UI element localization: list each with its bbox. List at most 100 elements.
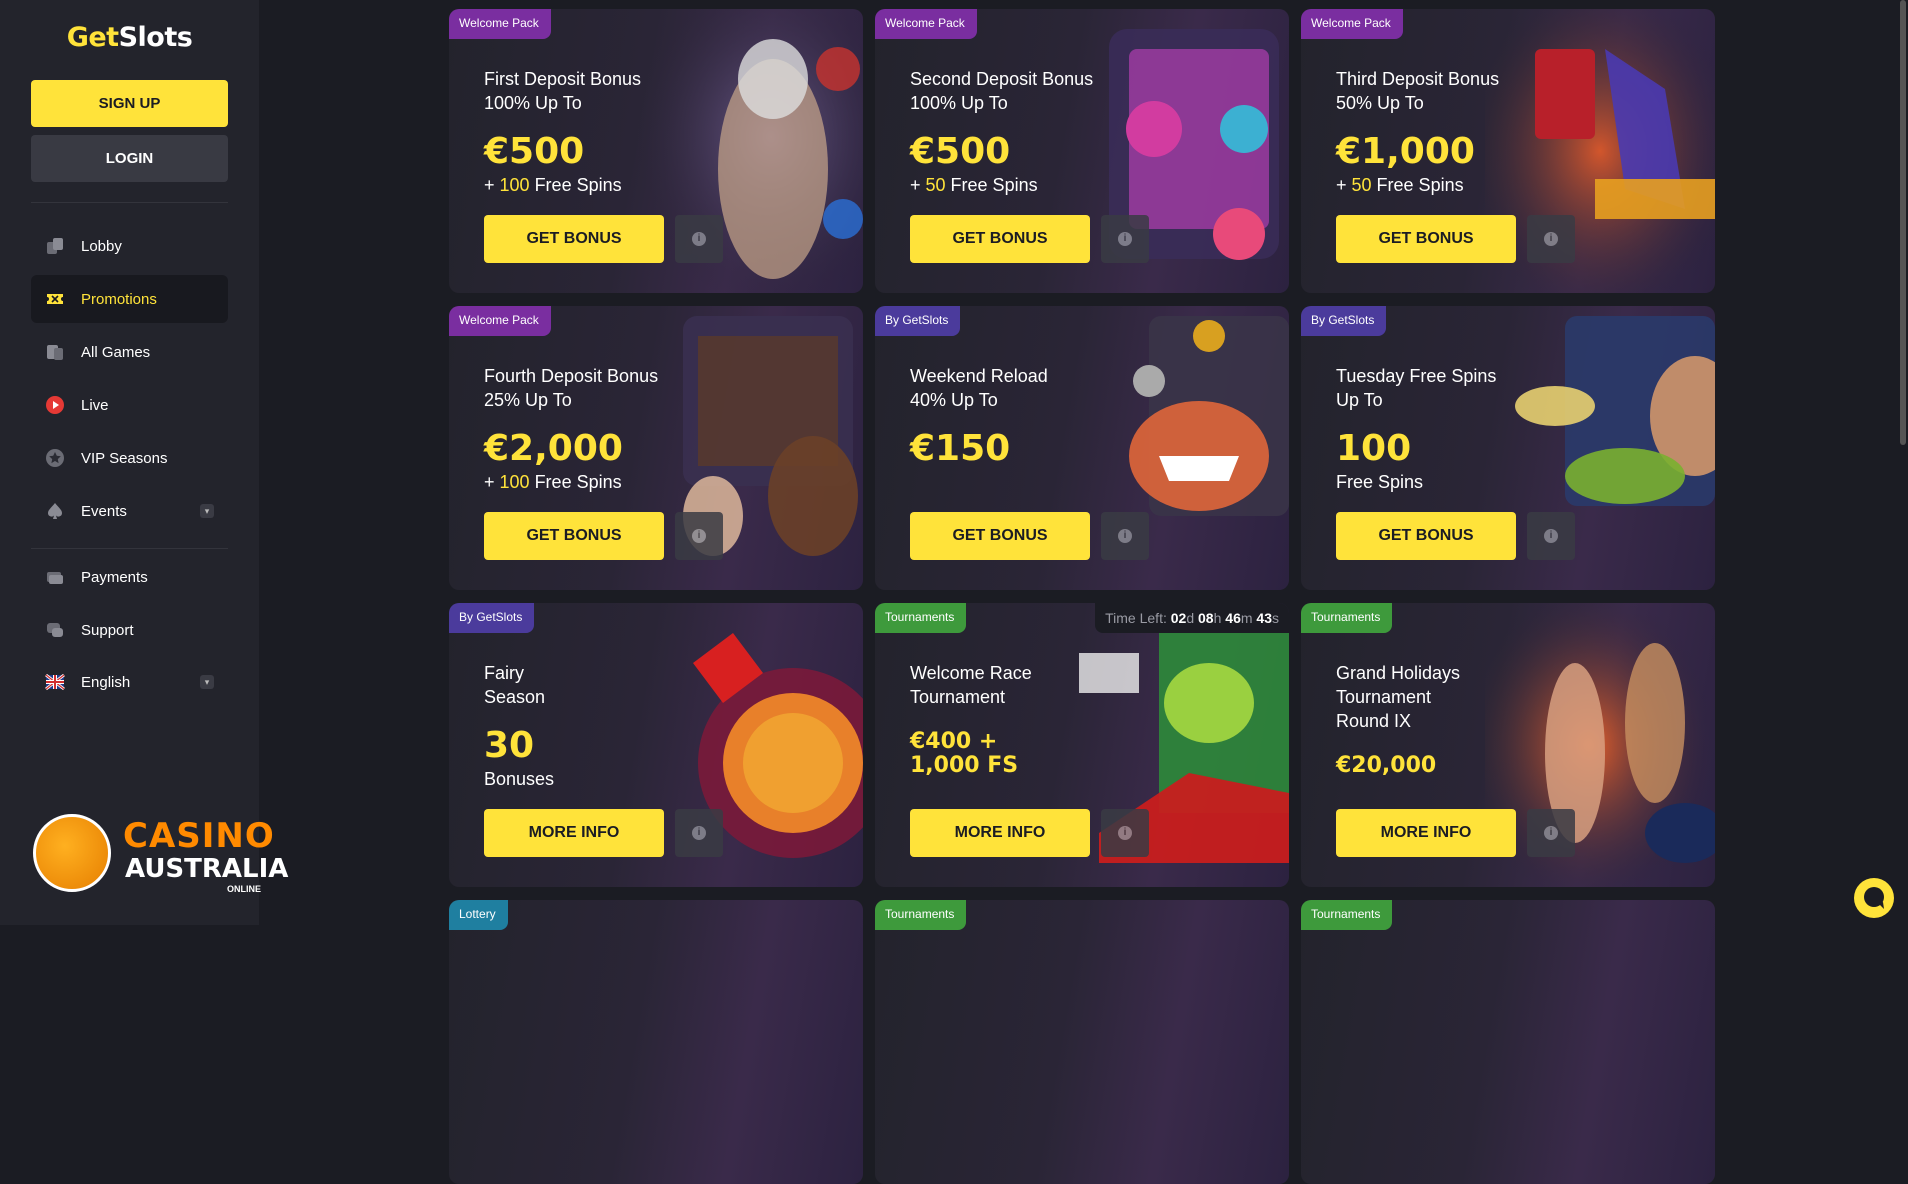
info-icon: i (692, 826, 706, 840)
shark-art (1129, 316, 1289, 516)
warriors-art (1485, 603, 1715, 887)
chevron-down-icon[interactable]: ▾ (200, 504, 214, 518)
card-amount: €500 (484, 131, 585, 172)
card-subtitle: + 50 Free Spins (1336, 175, 1464, 195)
info-button[interactable]: i (1527, 215, 1575, 263)
info-icon: i (1118, 826, 1132, 840)
card-amount: €2,000 (484, 428, 623, 469)
tag-badge: By GetSlots (1301, 306, 1387, 336)
divider (31, 202, 228, 203)
promo-card-second-deposit[interactable]: Welcome Pack Second Deposit Bonus 100% U… (875, 9, 1289, 293)
sidebar-item-support[interactable]: Support (31, 606, 228, 654)
promo-card-third-deposit[interactable]: Welcome Pack Third Deposit Bonus 50% Up … (1301, 9, 1715, 293)
tag-badge: Welcome Pack (1301, 9, 1403, 39)
promo-card-grand-holidays[interactable]: Tournaments Grand Holidays Tournament Ro… (1301, 603, 1715, 887)
sidebar-item-all-games[interactable]: All Games (31, 328, 228, 376)
uk-flag-icon (45, 672, 65, 692)
scrollbar[interactable] (1898, 0, 1908, 925)
sidebar-item-label: English (81, 673, 131, 691)
more-info-button[interactable]: MORE INFO (1336, 809, 1516, 857)
zeus-art (633, 9, 863, 293)
promo-card-first-deposit[interactable]: Welcome Pack First Deposit Bonus 100% Up… (449, 9, 863, 293)
info-button[interactable]: i (675, 512, 723, 560)
sidebar-item-lobby[interactable]: Lobby (31, 222, 228, 270)
spade-icon (45, 501, 65, 521)
jackpot-wolf-art (1485, 9, 1715, 293)
card-amount: €1,000 (1336, 131, 1475, 172)
big-bass-art (1515, 316, 1715, 506)
sidebar-item-vip-seasons[interactable]: VIP Seasons (31, 434, 228, 482)
promo-card-fairy-season[interactable]: By GetSlots Fairy Season 30 Bonuses MORE… (449, 603, 863, 887)
card-title: First Deposit Bonus 100% Up To (484, 69, 642, 113)
signup-button[interactable]: SIGN UP (31, 80, 228, 127)
card-subtitle: + 50 Free Spins (910, 175, 1038, 195)
card-amount: 100 (1336, 428, 1412, 469)
racing-frog-art (1079, 633, 1289, 863)
promo-card-lottery[interactable]: Lottery (449, 900, 863, 1184)
card-subtitle: Bonuses (484, 769, 555, 789)
info-button[interactable]: i (1101, 512, 1149, 560)
sidebar-item-live[interactable]: Live (31, 381, 228, 429)
card-amount: €150 (910, 428, 1011, 469)
sidebar-item-language[interactable]: English ▾ (31, 658, 228, 706)
more-info-button[interactable]: MORE INFO (910, 809, 1090, 857)
sidebar-item-label: All Games (81, 343, 151, 361)
promo-card-fourth-deposit[interactable]: Welcome Pack Fourth Deposit Bonus 25% Up… (449, 306, 863, 590)
more-info-button[interactable]: MORE INFO (484, 809, 664, 857)
promo-card-tournament[interactable]: Tournaments (1301, 900, 1715, 1184)
login-button[interactable]: LOGIN (31, 135, 228, 182)
sidebar-item-events[interactable]: Events ▾ (31, 487, 228, 535)
sidebar-item-label: Payments (81, 568, 148, 586)
info-button[interactable]: i (1527, 809, 1575, 857)
logo-get: Get (66, 22, 119, 53)
promo-card-tournament[interactable]: Tournaments (875, 900, 1289, 1184)
tag-badge: Tournaments (875, 900, 967, 930)
tag-badge: By GetSlots (875, 306, 961, 336)
ticket-icon (45, 289, 65, 309)
get-bonus-button[interactable]: GET BONUS (910, 512, 1090, 560)
countdown-timer: Time Left: 02d 08h 46m 43s (1095, 603, 1289, 633)
info-button[interactable]: i (675, 215, 723, 263)
info-icon: i (1118, 232, 1132, 246)
tag-badge: By GetSlots (449, 603, 535, 633)
promo-card-welcome-race[interactable]: Time Left: 02d 08h 46m 43s Tournaments W… (875, 603, 1289, 887)
card-amount: €500 (910, 131, 1011, 172)
get-bonus-button[interactable]: GET BONUS (1336, 512, 1516, 560)
sidebar-item-label: Promotions (81, 290, 157, 308)
sidebar-item-label: Events (81, 502, 127, 520)
info-button[interactable]: i (675, 809, 723, 857)
card-amount: €20,000 (1336, 753, 1437, 778)
sweet-bonanza-art (1109, 29, 1279, 260)
get-bonus-button[interactable]: GET BONUS (910, 215, 1090, 263)
card-amount: €400 + 1,000 FS (910, 729, 1019, 778)
tag-badge: Tournaments (1301, 603, 1393, 633)
tag-badge: Welcome Pack (875, 9, 977, 39)
sidebar-item-payments[interactable]: Payments (31, 553, 228, 601)
scrollbar-thumb[interactable] (1900, 0, 1906, 445)
sidebar-item-label: Support (81, 621, 134, 639)
card-subtitle: Free Spins (1336, 472, 1424, 492)
info-button[interactable]: i (1527, 512, 1575, 560)
live-icon (45, 395, 65, 415)
card-title: Third Deposit Bonus 50% Up To (1336, 69, 1500, 113)
get-bonus-button[interactable]: GET BONUS (484, 512, 664, 560)
info-icon: i (1544, 232, 1558, 246)
info-button[interactable]: i (1101, 215, 1149, 263)
logo-slots: Slots (118, 22, 193, 53)
chat-button[interactable] (1854, 878, 1894, 918)
chevron-down-icon[interactable]: ▾ (200, 675, 214, 689)
getslots-logo[interactable]: GetSlots (0, 22, 259, 53)
sidebar-item-promotions[interactable]: Promotions (31, 275, 228, 323)
card-title: Grand Holidays Tournament Round IX (1336, 663, 1461, 731)
tag-badge: Tournaments (1301, 900, 1393, 930)
tag-badge: Tournaments (875, 603, 967, 633)
get-bonus-button[interactable]: GET BONUS (1336, 215, 1516, 263)
cards-icon (45, 342, 65, 362)
info-button[interactable]: i (1101, 809, 1149, 857)
chat-bubble-icon (1864, 887, 1884, 909)
get-bonus-button[interactable]: GET BONUS (484, 215, 664, 263)
promo-card-tuesday-free-spins[interactable]: By GetSlots Tuesday Free Spins Up To 100… (1301, 306, 1715, 590)
info-icon: i (1118, 529, 1132, 543)
promo-card-weekend-reload[interactable]: By GetSlots Weekend Reload 40% Up To €15… (875, 306, 1289, 590)
support-icon (45, 620, 65, 640)
